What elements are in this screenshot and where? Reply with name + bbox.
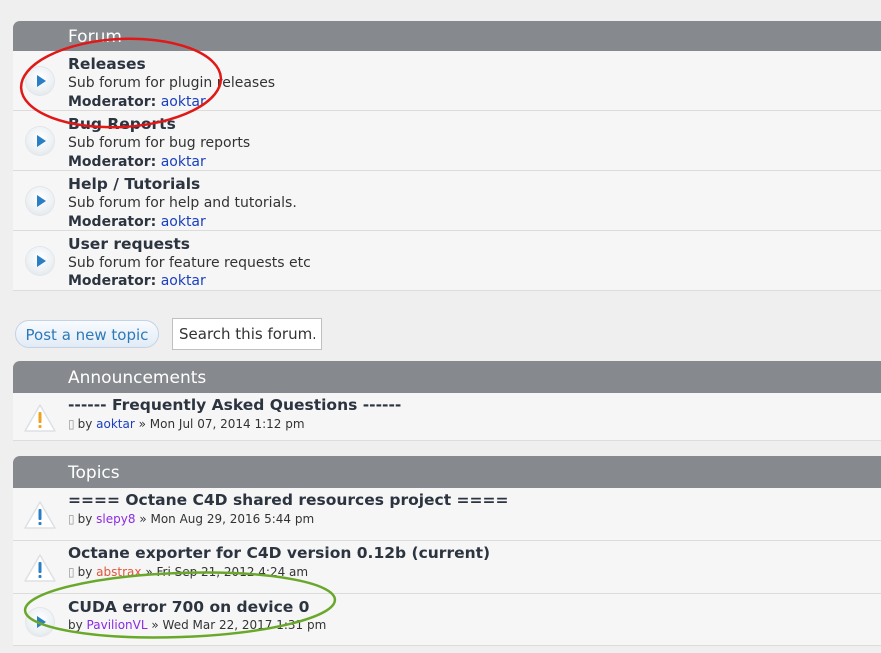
by-label: by (77, 512, 93, 526)
topic-row[interactable]: Octane exporter for C4D version 0.12b (c… (13, 541, 881, 594)
search-forum-input[interactable] (172, 318, 322, 350)
play-circle-icon (26, 608, 54, 636)
forum-row-bug-reports[interactable]: Bug Reports Sub forum for bug reports Mo… (13, 111, 881, 171)
post-date: Mon Jul 07, 2014 1:12 pm (149, 417, 305, 431)
forum-row-help-tutorials[interactable]: Help / Tutorials Sub forum for help and … (13, 171, 881, 231)
forum-moderator: Moderator: aoktar (68, 214, 206, 230)
topic-title[interactable]: CUDA error 700 on device 0 (68, 598, 309, 616)
topic-row[interactable]: CUDA error 700 on device 0 by PavilionVL… (13, 594, 881, 646)
moderator-label: Moderator: (68, 273, 157, 289)
announcements-panel: Announcements ------ Frequently Asked Qu… (13, 361, 881, 441)
post-date: Mon Aug 29, 2016 5:44 pm (150, 512, 315, 526)
topic-meta: ▯ by abstrax » Fri Sep 21, 2012 4:24 am (68, 565, 308, 579)
announcements-header: Announcements (13, 361, 881, 393)
forum-moderator: Moderator: aoktar (68, 154, 206, 170)
play-circle-icon (26, 67, 54, 95)
author-link[interactable]: slepy8 (96, 512, 135, 526)
forum-description: Sub forum for feature requests etc (68, 255, 311, 271)
warning-triangle-blue-icon (23, 553, 57, 583)
forum-row-releases[interactable]: Releases Sub forum for plugin releases M… (13, 51, 881, 111)
topic-meta: by PavilionVL » Wed Mar 22, 2017 1:31 pm (68, 618, 326, 632)
paperclip-icon: ▯ (68, 417, 75, 431)
topic-title[interactable]: ------ Frequently Asked Questions ------ (68, 396, 401, 414)
moderator-label: Moderator: (68, 94, 157, 110)
topic-meta: ▯ by aoktar » Mon Jul 07, 2014 1:12 pm (68, 417, 305, 431)
post-new-topic-button[interactable]: Post a new topic (15, 320, 159, 348)
moderator-link[interactable]: aoktar (161, 214, 206, 230)
play-circle-icon (26, 187, 54, 215)
moderator-label: Moderator: (68, 154, 157, 170)
forum-description: Sub forum for bug reports (68, 135, 251, 151)
separator: » (145, 565, 153, 579)
topic-title[interactable]: ==== Octane C4D shared resources project… (68, 491, 509, 509)
forum-title[interactable]: Bug Reports (68, 115, 176, 133)
by-label: by (77, 417, 93, 431)
paperclip-icon: ▯ (68, 512, 75, 526)
topic-title[interactable]: Octane exporter for C4D version 0.12b (c… (68, 544, 490, 562)
warning-triangle-blue-icon (23, 500, 57, 530)
warning-triangle-icon (23, 403, 57, 433)
by-label: by (68, 618, 83, 632)
post-date: Wed Mar 22, 2017 1:31 pm (162, 618, 327, 632)
topic-meta: ▯ by slepy8 » Mon Aug 29, 2016 5:44 pm (68, 512, 314, 526)
play-circle-icon (26, 247, 54, 275)
announcement-row[interactable]: ------ Frequently Asked Questions ------… (13, 393, 881, 441)
by-label: by (77, 565, 93, 579)
separator: » (151, 618, 159, 632)
moderator-label: Moderator: (68, 214, 157, 230)
forum-panel: Forum Releases Sub forum for plugin rele… (13, 21, 881, 291)
post-date: Fri Sep 21, 2012 4:24 am (156, 565, 309, 579)
author-link[interactable]: PavilionVL (87, 618, 148, 632)
topics-panel: Topics ==== Octane C4D shared resources … (13, 456, 881, 646)
moderator-link[interactable]: aoktar (161, 273, 206, 289)
forum-header: Forum (13, 21, 881, 51)
author-link[interactable]: aoktar (96, 417, 135, 431)
forum-description: Sub forum for plugin releases (68, 75, 276, 91)
author-link[interactable]: abstrax (96, 565, 141, 579)
topics-header: Topics (13, 456, 881, 488)
forum-moderator: Moderator: aoktar (68, 273, 206, 289)
forum-title[interactable]: Help / Tutorials (68, 175, 200, 193)
moderator-link[interactable]: aoktar (161, 154, 206, 170)
separator: » (138, 417, 146, 431)
separator: » (139, 512, 147, 526)
moderator-link[interactable]: aoktar (161, 94, 206, 110)
topic-row[interactable]: ==== Octane C4D shared resources project… (13, 488, 881, 541)
forum-row-user-requests[interactable]: User requests Sub forum for feature requ… (13, 231, 881, 291)
forum-moderator: Moderator: aoktar (68, 94, 206, 110)
forum-description: Sub forum for help and tutorials. (68, 195, 297, 211)
play-circle-icon (26, 127, 54, 155)
forum-title[interactable]: User requests (68, 235, 190, 253)
paperclip-icon: ▯ (68, 565, 75, 579)
forum-title[interactable]: Releases (68, 55, 146, 73)
